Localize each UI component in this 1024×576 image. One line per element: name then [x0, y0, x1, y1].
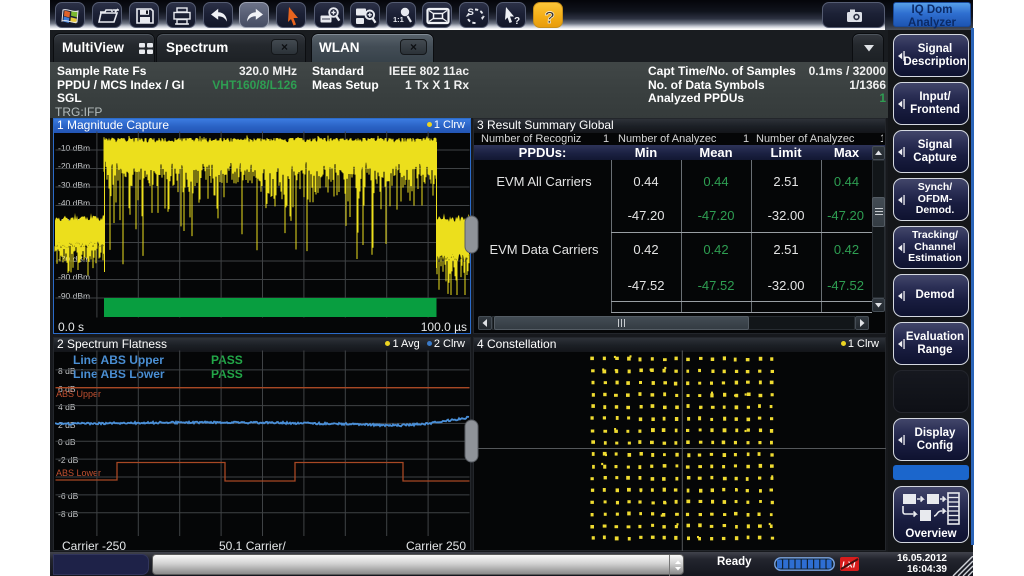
svg-text:S: S: [468, 7, 474, 18]
svg-text:?: ?: [545, 8, 555, 27]
svg-text:?: ?: [514, 16, 520, 27]
svg-text:1:1: 1:1: [393, 15, 404, 24]
